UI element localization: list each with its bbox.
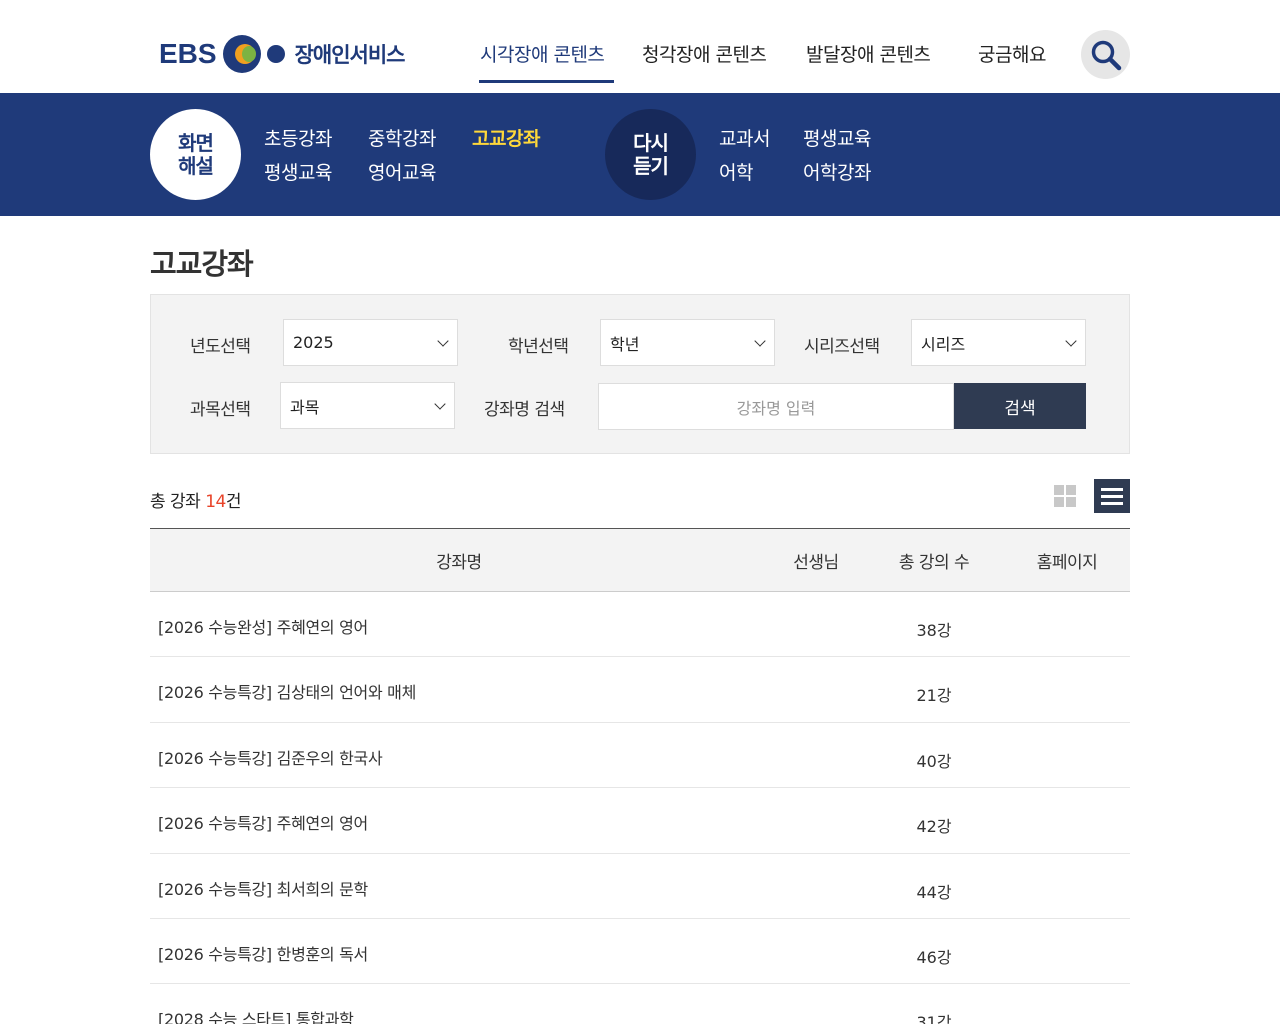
count-prefix: 총 강좌 <box>150 492 206 512</box>
lecture-count: 40강 <box>916 751 952 771</box>
logo-service-text: 장애인서비스 <box>294 43 406 67</box>
year-select-value: 2025 <box>293 333 334 352</box>
course-search-input[interactable]: 강좌명 입력 <box>598 383 954 430</box>
sub-item-english[interactable]: 영어교육 <box>368 158 436 185</box>
series-select[interactable]: 시리즈 <box>911 319 1086 366</box>
table-header: 강좌명 선생님 총 강의 수 홈페이지 <box>150 528 1130 592</box>
sub-item-replay-lifelong[interactable]: 평생교육 <box>803 124 871 151</box>
nav-active-underline <box>479 80 614 83</box>
course-title[interactable]: [2026 수능특강] 주혜연의 영어 <box>158 810 368 834</box>
badge-line1: 다시 <box>633 130 669 155</box>
nav-visual-content[interactable]: 시각장애 콘텐츠 <box>480 40 605 67</box>
sub-item-language[interactable]: 어학 <box>719 158 753 185</box>
subject-select-value: 과목 <box>290 397 320 417</box>
list-view-icon[interactable] <box>1094 479 1130 513</box>
chevron-down-icon <box>1065 335 1077 347</box>
sub-item-middle[interactable]: 중학강좌 <box>368 124 436 151</box>
nav-faq[interactable]: 궁금해요 <box>978 40 1046 67</box>
sub-item-textbook[interactable]: 교과서 <box>719 124 770 151</box>
col-lecture-count: 총 강의 수 <box>898 552 970 573</box>
col-course-name: 강좌명 <box>436 552 482 573</box>
course-search-placeholder: 강좌명 입력 <box>736 398 816 418</box>
grade-select[interactable]: 학년 <box>600 319 775 366</box>
subject-label: 과목선택 <box>190 400 251 420</box>
course-table: 강좌명 선생님 총 강의 수 홈페이지 [2026 수능완성] 주혜연의 영어 … <box>150 528 1130 1024</box>
count-number: 14 <box>205 492 226 512</box>
table-row[interactable]: [2026 수능특강] 한병훈의 독서 46강 <box>150 919 1130 985</box>
sub-item-language-course[interactable]: 어학강좌 <box>803 158 871 185</box>
course-search-label: 강좌명 검색 <box>484 400 565 420</box>
year-select[interactable]: 2025 <box>283 319 458 366</box>
total-course-count: 총 강좌 14건 <box>150 487 242 512</box>
search-icon <box>1091 40 1121 70</box>
grade-label: 학년선택 <box>508 337 569 357</box>
lecture-count: 31강 <box>916 1013 952 1024</box>
logo-mark-icon <box>222 35 287 73</box>
course-title[interactable]: [2026 수능특강] 한병훈의 독서 <box>158 941 368 965</box>
course-title[interactable]: [2028 수능 스타트] 통합과학 <box>158 1006 354 1024</box>
chevron-down-icon <box>434 398 446 410</box>
nav-hearing-content[interactable]: 청각장애 콘텐츠 <box>642 40 767 67</box>
chevron-down-icon <box>754 335 766 347</box>
lecture-count: 44강 <box>916 882 952 902</box>
table-row[interactable]: [2028 수능 스타트] 통합과학 31강 <box>150 984 1130 1024</box>
course-title[interactable]: [2026 수능완성] 주혜연의 영어 <box>158 614 368 638</box>
course-title[interactable]: [2026 수능특강] 김준우의 한국사 <box>158 745 383 769</box>
grade-select-value: 학년 <box>610 334 640 354</box>
site-header: EBS 장애인서비스 시각장애 콘텐츠 청각장애 콘텐츠 발달장애 콘텐츠 궁금… <box>0 0 1280 93</box>
course-title[interactable]: [2026 수능특강] 김상태의 언어와 매체 <box>158 679 416 703</box>
badge-line2: 해설 <box>178 153 214 178</box>
sub-nav: 화면 해설 초등강좌 중학강좌 고교강좌 평생교육 영어교육 다시 듣기 교과서… <box>0 93 1280 216</box>
year-label: 년도선택 <box>190 337 251 357</box>
page-title: 고교강좌 <box>150 247 254 281</box>
lecture-count: 46강 <box>916 947 952 967</box>
subject-select[interactable]: 과목 <box>280 382 455 429</box>
count-suffix: 건 <box>225 492 242 512</box>
badge-line1: 화면 <box>178 130 214 155</box>
course-title[interactable]: [2026 수능특강] 최서희의 문학 <box>158 876 368 900</box>
series-select-value: 시리즈 <box>921 334 966 354</box>
nav-developmental-content[interactable]: 발달장애 콘텐츠 <box>806 40 931 67</box>
table-row[interactable]: [2026 수능특강] 주혜연의 영어 42강 <box>150 788 1130 854</box>
ebs-logo[interactable]: EBS 장애인서비스 <box>159 34 405 74</box>
replay-badge: 다시 듣기 <box>605 109 696 200</box>
lecture-count: 38강 <box>916 621 952 640</box>
table-row[interactable]: [2026 수능특강] 김준우의 한국사 40강 <box>150 723 1130 789</box>
sub-item-high[interactable]: 고교강좌 <box>472 124 540 151</box>
series-label: 시리즈선택 <box>804 337 880 357</box>
chevron-down-icon <box>437 335 449 347</box>
search-button[interactable] <box>1081 30 1130 79</box>
lecture-count: 21강 <box>916 686 952 706</box>
grid-view-icon[interactable] <box>1054 485 1076 507</box>
logo-ebs-text: EBS <box>159 38 217 69</box>
filter-panel: 년도선택 2025 학년선택 학년 시리즈선택 시리즈 과목선택 과목 강좌명 … <box>150 294 1130 454</box>
sub-item-lifelong[interactable]: 평생교육 <box>264 158 332 185</box>
search-submit-button[interactable]: 검색 <box>954 383 1086 429</box>
sub-item-elementary[interactable]: 초등강좌 <box>264 124 332 151</box>
badge-line2: 듣기 <box>633 153 669 178</box>
col-homepage: 홈페이지 <box>1036 552 1098 573</box>
lecture-count: 42강 <box>916 817 952 837</box>
table-row[interactable]: [2026 수능특강] 최서희의 문학 44강 <box>150 854 1130 919</box>
table-row[interactable]: [2026 수능특강] 김상태의 언어와 매체 21강 <box>150 657 1130 723</box>
audio-description-badge: 화면 해설 <box>150 109 241 200</box>
col-teacher: 선생님 <box>793 552 839 573</box>
table-row[interactable]: [2026 수능완성] 주혜연의 영어 38강 <box>150 592 1130 658</box>
table-body: [2026 수능완성] 주혜연의 영어 38강 [2026 수능특강] 김상태의… <box>150 592 1130 1024</box>
